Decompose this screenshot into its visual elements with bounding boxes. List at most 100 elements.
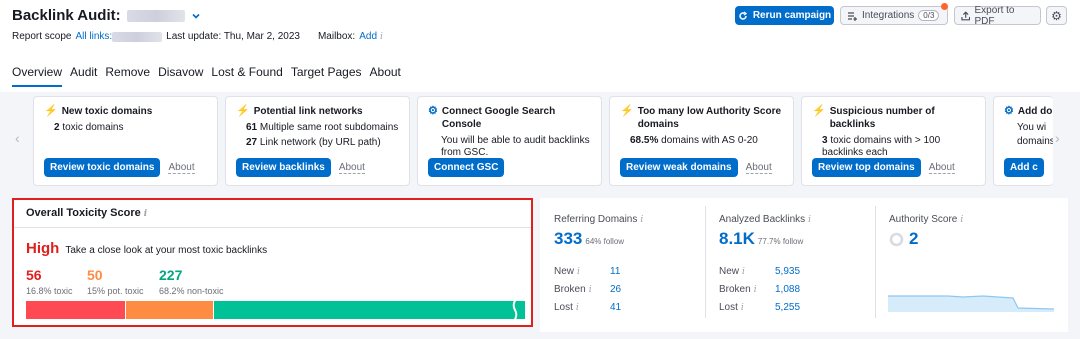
- row-label: New: [554, 265, 575, 277]
- info-icon[interactable]: i: [380, 32, 383, 42]
- potentially-toxic-segment[interactable]: [124, 301, 214, 319]
- analyzed-backlinks-follow: 77.7% follow: [757, 237, 804, 246]
- info-icon[interactable]: i: [589, 285, 592, 295]
- divider: [705, 206, 706, 318]
- toxicity-distribution-bar: [26, 299, 525, 321]
- row-value[interactable]: 41: [610, 302, 621, 313]
- non-toxic-segment[interactable]: [213, 299, 525, 321]
- table-row: Lost i 41: [554, 298, 621, 316]
- card-title: New toxic domains: [61, 106, 153, 117]
- review-top-domains-button[interactable]: Review top domains: [812, 158, 921, 177]
- about-link[interactable]: About: [338, 162, 365, 174]
- gear-icon: ⚙: [1004, 105, 1014, 117]
- tab-target-pages[interactable]: Target Pages: [291, 65, 362, 87]
- tab-overview[interactable]: Overview: [12, 65, 63, 87]
- table-row: Broken i 1,088: [719, 280, 800, 298]
- row-value[interactable]: 1,088: [775, 284, 800, 295]
- card-add-domains-partial: ⚙ Add do You wi domains Add c: [993, 96, 1053, 186]
- info-icon[interactable]: i: [741, 303, 744, 313]
- about-link[interactable]: About: [745, 162, 772, 174]
- lightning-icon: ⚡: [620, 105, 634, 117]
- potentially-toxic-label: 15% pot. toxic: [87, 286, 144, 296]
- row-label: Broken: [719, 283, 751, 295]
- export-label: Export to PDF: [974, 4, 1015, 27]
- info-icon[interactable]: i: [576, 303, 579, 313]
- about-link[interactable]: About: [168, 162, 195, 174]
- card-text: You wi: [1017, 122, 1047, 133]
- card-text: toxic domains with > 100 backlinks each: [822, 135, 941, 158]
- info-icon[interactable]: i: [754, 285, 757, 295]
- mailbox-label: Mailbox:: [317, 31, 356, 42]
- referring-domains-title: Referring Domains: [554, 214, 638, 225]
- review-weak-domains-button[interactable]: Review weak domains: [620, 158, 738, 177]
- card-text: Multiple same root subdomains: [259, 122, 399, 133]
- all-links-link[interactable]: All links:: [75, 31, 112, 42]
- row-value[interactable]: 5,935: [775, 266, 800, 277]
- row-label: New: [719, 265, 740, 277]
- rerun-campaign-button[interactable]: Rerun campaign: [735, 6, 834, 25]
- review-backlinks-button[interactable]: Review backlinks: [236, 158, 331, 177]
- recommendations-carousel: ‹ ⚡ New toxic domains 2 toxic domains Rev…: [0, 92, 1080, 192]
- settings-button[interactable]: ⚙: [1046, 6, 1067, 25]
- project-name-redacted[interactable]: [126, 9, 185, 22]
- non-toxic-stat[interactable]: 227 68.2% non-toxic: [159, 267, 224, 296]
- analyzed-backlinks-value[interactable]: 8.1K: [719, 229, 755, 249]
- authority-ring-icon: [889, 232, 904, 246]
- card-title: Potential link networks: [253, 106, 363, 117]
- potentially-toxic-stat[interactable]: 50 15% pot. toxic: [87, 267, 144, 296]
- row-value[interactable]: 5,255: [775, 302, 800, 313]
- row-label: Broken: [554, 283, 586, 295]
- export-pdf-button[interactable]: Export to PDF: [954, 4, 1041, 27]
- report-scope-label: Report scope: [12, 31, 72, 42]
- tab-about[interactable]: About: [370, 65, 401, 87]
- tab-bar: Overview Audit Remove Disavow Lost & Fou…: [12, 65, 409, 87]
- tab-lost-found[interactable]: Lost & Found: [211, 65, 282, 87]
- row-value[interactable]: 26: [610, 284, 621, 295]
- card-potential-link-networks: ⚡ Potential link networks 61 Multiple sam…: [225, 96, 410, 186]
- lightning-icon: ⚡: [44, 105, 58, 117]
- about-link[interactable]: About: [928, 162, 955, 174]
- toxic-stat[interactable]: 56 16.8% toxic: [26, 267, 73, 296]
- card-value: 3: [822, 135, 828, 146]
- toxic-segment[interactable]: [26, 301, 125, 319]
- review-toxic-domains-button[interactable]: Review toxic domains: [44, 158, 161, 177]
- tab-audit[interactable]: Audit: [70, 65, 97, 87]
- info-icon[interactable]: i: [144, 209, 147, 219]
- tab-remove[interactable]: Remove: [105, 65, 150, 87]
- report-meta: Report scope All links: Last update: Thu…: [12, 31, 387, 42]
- rerun-campaign-label: Rerun campaign: [752, 10, 832, 21]
- info-icon[interactable]: i: [808, 215, 811, 225]
- card-value: 2: [54, 122, 60, 133]
- carousel-prev-icon[interactable]: ‹: [15, 130, 20, 146]
- card-value: 68.5%: [630, 135, 659, 146]
- toxicity-description: Take a close look at your most toxic bac…: [65, 245, 268, 256]
- info-icon[interactable]: i: [960, 215, 963, 225]
- card-title: Connect Google Search Console: [441, 106, 556, 130]
- toxic-label: 16.8% toxic: [26, 286, 73, 296]
- authority-trend-sparkline[interactable]: [888, 290, 1054, 312]
- tab-disavow[interactable]: Disavow: [158, 65, 203, 87]
- info-icon[interactable]: i: [742, 267, 745, 277]
- referring-domains-rows: New i 11 Broken i 26 Lost i 41: [554, 262, 621, 316]
- analyzed-backlinks-title: Analyzed Backlinks: [719, 214, 806, 225]
- chevron-down-icon[interactable]: [191, 11, 201, 21]
- card-title: Add do: [1017, 106, 1053, 117]
- row-value[interactable]: 11: [610, 266, 620, 277]
- referring-domains-value[interactable]: 333: [554, 229, 582, 249]
- carousel-next-icon[interactable]: ›: [1055, 130, 1060, 146]
- gear-icon: ⚙: [428, 105, 438, 117]
- info-icon[interactable]: i: [640, 215, 643, 225]
- table-row: Broken i 26: [554, 280, 621, 298]
- mailbox-add-link[interactable]: Add: [359, 31, 377, 42]
- authority-score-block: Authority Score i 2: [889, 214, 963, 249]
- integrations-button[interactable]: Integrations 0/3: [840, 6, 948, 25]
- add-button[interactable]: Add c: [1004, 158, 1044, 177]
- authority-score-value[interactable]: 2: [909, 229, 918, 249]
- potentially-toxic-count: 50: [87, 267, 103, 283]
- info-icon[interactable]: i: [577, 267, 580, 277]
- connect-gsc-button[interactable]: Connect GSC: [428, 158, 505, 177]
- card-value: 61: [246, 122, 258, 133]
- card-text: Link network (by URL path): [259, 137, 381, 148]
- non-toxic-label: 68.2% non-toxic: [159, 286, 224, 296]
- scale-break-icon: [512, 299, 518, 321]
